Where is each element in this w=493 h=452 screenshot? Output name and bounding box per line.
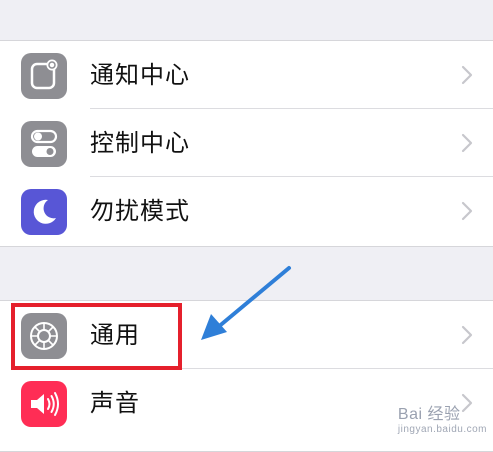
watermark-sub: jingyan.baidu.com [397, 424, 487, 435]
sound-speaker-icon [21, 381, 67, 427]
chevron-right-icon [461, 201, 473, 221]
do-not-disturb-moon-icon [21, 189, 67, 235]
pointer-arrow-icon [201, 266, 291, 340]
highlight-box [11, 303, 182, 370]
settings-row-label: 通知中心 [90, 61, 190, 89]
watermark-text: Bai 经验 [397, 406, 461, 423]
settings-row-control-center[interactable]: 控制中心 [0, 109, 493, 177]
chevron-right-icon [461, 133, 473, 153]
settings-group-1: 通知中心 控制中心 勿扰模式 [0, 40, 493, 247]
control-center-icon [21, 121, 67, 167]
settings-row-label: 控制中心 [90, 129, 190, 157]
settings-row-do-not-disturb[interactable]: 勿扰模式 [0, 177, 493, 245]
chevron-right-icon [461, 325, 473, 345]
settings-row-notification-center[interactable]: 通知中心 [0, 41, 493, 109]
notification-center-icon [21, 53, 67, 99]
chevron-right-icon [461, 65, 473, 85]
watermark: Bai 经验 jingyan.baidu.com [398, 400, 487, 435]
settings-row-label: 声音 [90, 389, 140, 417]
settings-row-label: 勿扰模式 [90, 197, 190, 225]
